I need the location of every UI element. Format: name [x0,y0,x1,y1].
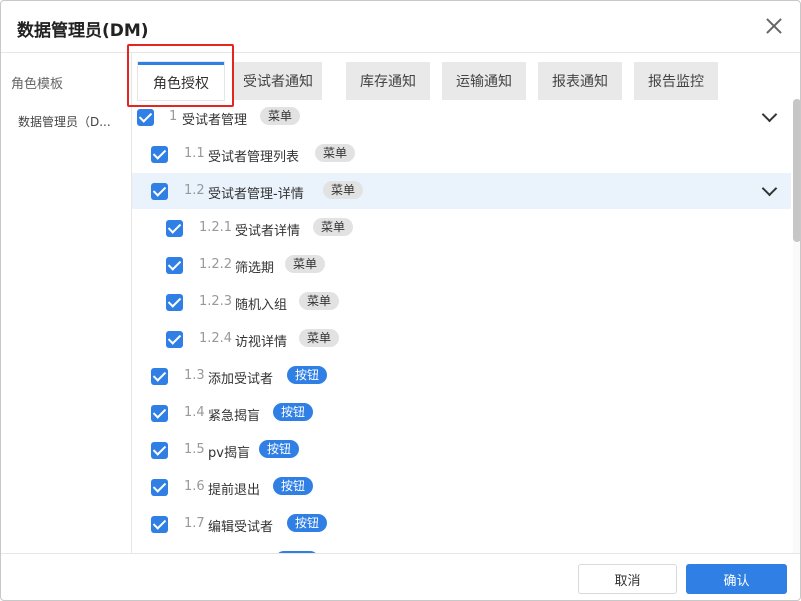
tab-subject-notification[interactable]: 受试者通知 [234,62,322,100]
tree-row-number: 1 [169,109,178,124]
tree-row-number: 1.7 [184,516,205,531]
role-permission-dialog: 数据管理员(DM) 角色模板 数据管理员（D... 角色授权 受试者通知 库存通… [0,0,801,601]
checkbox-checked[interactable] [151,516,168,533]
tree-row-number: 1.3 [184,368,205,383]
tree-row-label: 受试者管理列表 [208,150,300,165]
tree-row-number: 1.6 [184,479,205,494]
checkbox-checked[interactable] [166,294,183,311]
tree-row-number: 1.4 [184,405,205,420]
checkbox-checked[interactable] [166,220,183,237]
checkbox-checked[interactable] [151,146,168,163]
button-tag: 按钮 [273,403,314,421]
tree-row-label: 紧急揭盲 [208,409,261,424]
button-tag: 按钮 [259,440,300,458]
dialog-header: 数据管理员(DM) [1,1,800,53]
chevron-down-icon[interactable] [762,183,776,197]
close-icon[interactable] [763,15,785,37]
tree-row[interactable]: 1.2.2 筛选期 菜单 [132,247,791,283]
tree-row-label: 受试者管理-详情 [208,187,304,202]
tree-row-label: 筛选期 [235,261,275,276]
tree-row-label: 提前退出 [208,483,261,498]
tree-row[interactable]: 1.2.4 访视详情 菜单 [132,321,791,357]
tree-row-label: pv揭盲 [208,446,250,461]
sidebar: 角色模板 数据管理员（D... [1,53,132,553]
tree-row-number: 1.2 [184,183,205,198]
tab-shipping-notification[interactable]: 运输通知 [442,62,526,100]
tree-row-number: 1.2.2 [199,257,233,272]
tree-row-number: 1.2.3 [199,294,233,309]
tree-row-number: 1.5 [184,442,205,457]
tree-row[interactable]: 1 受试者管理 菜单 [132,99,791,135]
dialog-footer: 取消 确认 [1,553,800,600]
menu-tag: 菜单 [299,292,340,310]
checkbox-checked[interactable] [151,479,168,496]
menu-tag: 菜单 [260,107,301,125]
sidebar-title: 角色模板 [11,77,64,92]
annotation-highlight-box [127,44,234,107]
checkbox-checked[interactable] [137,109,154,126]
checkbox-checked[interactable] [151,183,168,200]
tree-row-label: 添加受试者 [208,372,274,387]
tree-row-partial[interactable] [132,543,791,553]
tree-row-highlighted[interactable]: 1.2 受试者管理-详情 菜单 [132,173,791,209]
menu-tag: 菜单 [323,181,364,199]
confirm-button[interactable]: 确认 [686,564,787,594]
tree-row[interactable]: 1.1 受试者管理列表 菜单 [132,136,791,172]
tree-row-number: 1.1 [184,146,205,161]
tree-row-label: 访视详情 [235,335,288,350]
dialog-title: 数据管理员(DM) [17,21,149,41]
chevron-down-icon[interactable] [762,109,776,123]
sidebar-item-data-manager[interactable]: 数据管理员（D... [18,113,128,130]
tree-row-label: 受试者详情 [235,224,301,239]
tab-report-monitoring[interactable]: 报告监控 [634,62,718,100]
cancel-button[interactable]: 取消 [578,564,677,594]
permission-tree: 1 受试者管理 菜单 1.1 受试者管理列表 菜单 1.2 受试者管理-详情 菜… [132,99,791,553]
tree-row[interactable]: 1.3 添加受试者 按钮 [132,358,791,394]
tab-inventory-notification[interactable]: 库存通知 [346,62,430,100]
button-tag: 按钮 [287,514,328,532]
tree-row-label: 编辑受试者 [208,520,274,535]
tree-row[interactable]: 1.7 编辑受试者 按钮 [132,506,791,542]
tree-row-number: 1.2.1 [199,220,233,235]
tree-row-label: 受试者管理 [182,113,248,128]
tree-scrollbar[interactable] [793,99,800,553]
tree-row-label: 随机入组 [235,298,288,313]
button-tag: 按钮 [287,366,328,384]
checkbox-checked[interactable] [151,368,168,385]
scrollbar-thumb[interactable] [793,99,800,242]
checkbox-checked[interactable] [166,257,183,274]
tree-row[interactable]: 1.2.1 受试者详情 菜单 [132,210,791,246]
checkbox-checked[interactable] [151,405,168,422]
tab-report-notification[interactable]: 报表通知 [538,62,622,100]
tree-row[interactable]: 1.2.3 随机入组 菜单 [132,284,791,320]
menu-tag: 菜单 [299,329,340,347]
menu-tag: 菜单 [313,218,354,236]
tree-row-number: 1.2.4 [199,331,233,346]
menu-tag: 菜单 [285,255,326,273]
tree-row[interactable]: 1.5 pv揭盲 按钮 [132,432,791,468]
tree-row[interactable]: 1.4 紧急揭盲 按钮 [132,395,791,431]
tree-row[interactable]: 1.6 提前退出 按钮 [132,469,791,505]
button-tag: 按钮 [273,477,314,495]
checkbox-checked[interactable] [151,442,168,459]
checkbox-checked[interactable] [166,331,183,348]
menu-tag: 菜单 [315,144,356,162]
